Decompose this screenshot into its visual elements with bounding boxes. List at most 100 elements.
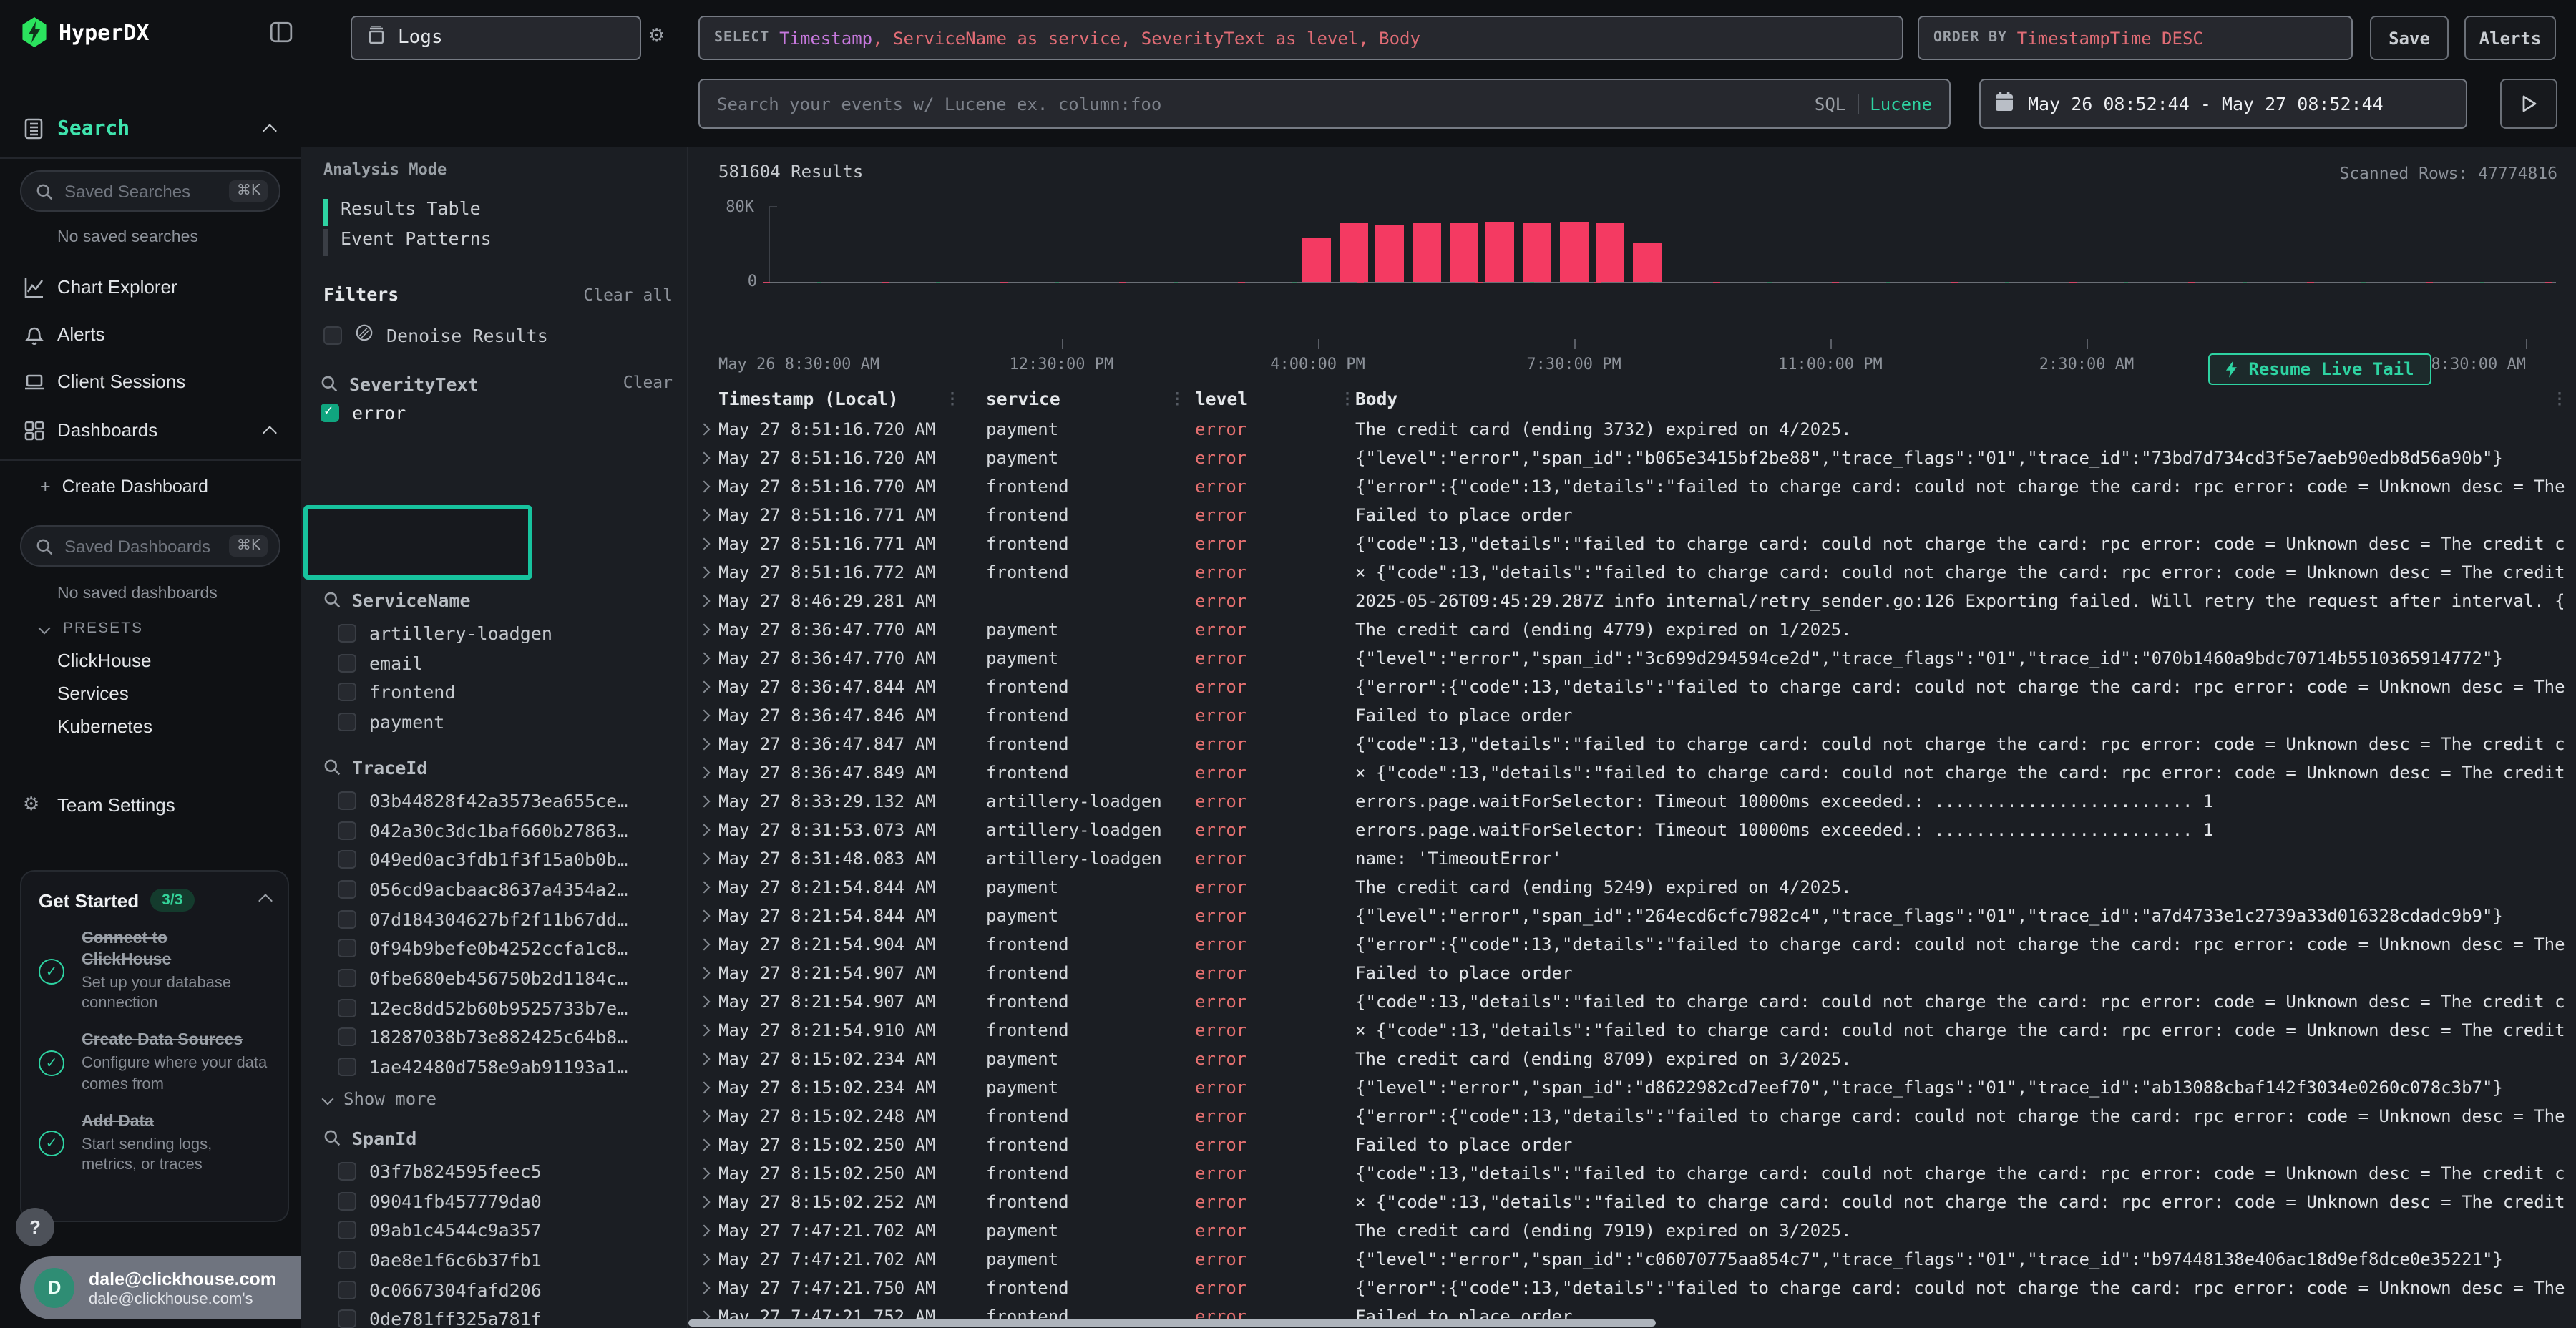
chevron-up-icon[interactable] — [263, 124, 277, 138]
mode-results-table[interactable]: Results Table — [323, 197, 481, 228]
resume-live-tail-button[interactable]: Resume Live Tail — [2208, 353, 2431, 385]
filter-item[interactable]: artillery-loadgen — [338, 618, 678, 648]
save-button[interactable]: Save — [2370, 16, 2449, 60]
results-histogram[interactable]: 80K 0 May 26 8:30:00 AM12:30:00 PM4:00:0… — [769, 206, 2526, 281]
table-row[interactable]: May 27 8:46:29.281 AMerror2025-05-26T09:… — [688, 587, 2576, 615]
table-row[interactable]: May 27 8:36:47.770 AMpaymenterror{"level… — [688, 644, 2576, 673]
filter-item[interactable]: 0f94b9befe0b4252ccfa1c8… — [338, 934, 678, 963]
table-row[interactable]: May 27 8:15:02.252 AMfrontenderror× {"co… — [688, 1188, 2576, 1216]
create-dashboard-button[interactable]: +Create Dashboard — [40, 477, 208, 497]
table-row[interactable]: May 27 7:47:21.750 AMfrontenderror{"erro… — [688, 1274, 2576, 1302]
filter-item[interactable]: email — [338, 648, 678, 677]
col-resize-handle[interactable]: ⋮ — [945, 389, 960, 408]
sql-select-input[interactable]: SELECT Timestamp , ServiceName as servic… — [698, 16, 1903, 60]
filter-item[interactable]: 0fbe680eb456750b2d1184c… — [338, 963, 678, 992]
filter-item[interactable]: 03b44828f42a3573ea655ce… — [338, 786, 678, 815]
filter-checkbox[interactable] — [338, 1221, 356, 1239]
search-icon[interactable] — [321, 375, 338, 392]
collapse-sidebar-icon[interactable] — [269, 20, 293, 49]
table-options-icon[interactable]: ⋮ — [2552, 389, 2567, 408]
table-row[interactable]: May 27 8:51:16.771 AMfrontenderrorFailed… — [688, 501, 2576, 529]
histogram-bar[interactable] — [1596, 223, 1625, 281]
histogram-bar[interactable] — [1633, 244, 1662, 282]
filter-checkbox[interactable] — [338, 713, 356, 731]
filter-item[interactable]: frontend — [338, 678, 678, 707]
user-menu[interactable]: D dale@clickhouse.com dale@clickhouse.co… — [20, 1256, 301, 1319]
filter-checkbox[interactable] — [338, 821, 356, 839]
table-row[interactable]: May 27 8:21:54.844 AMpaymenterror{"level… — [688, 902, 2576, 930]
filter-checkbox[interactable] — [338, 850, 356, 869]
saved-dashboards-input[interactable] — [62, 534, 221, 557]
get-started-step[interactable]: ✓ Connect to ClickHouse Set up your data… — [39, 929, 270, 1014]
filter-item[interactable]: 1ae42480d758e9ab91193a1… — [338, 1052, 678, 1081]
table-row[interactable]: May 27 8:15:02.248 AMfrontenderror{"erro… — [688, 1102, 2576, 1131]
alerts-button[interactable]: Alerts — [2464, 16, 2556, 60]
table-row[interactable]: May 27 8:36:47.847 AMfrontenderror{"code… — [688, 730, 2576, 758]
table-row[interactable]: May 27 8:31:53.073 AMartillery-loadgener… — [688, 816, 2576, 844]
get-started-step[interactable]: ✓ Add Data Start sending logs, metrics, … — [39, 1112, 270, 1176]
filter-checkbox[interactable] — [338, 880, 356, 899]
histogram-bar[interactable] — [1449, 223, 1478, 281]
run-query-button[interactable] — [2500, 79, 2557, 129]
sidebar-item-team-settings[interactable]: ⚙ Team Settings — [0, 791, 301, 823]
table-row[interactable]: May 27 8:51:16.720 AMpaymenterror{"level… — [688, 444, 2576, 472]
filter-item[interactable]: 049ed0ac3fdb1f3f15a0b0b… — [338, 845, 678, 874]
col-header-body[interactable]: Body — [1355, 389, 1397, 409]
mode-event-patterns[interactable]: Event Patterns — [323, 228, 492, 258]
filter-item[interactable]: 12ec8dd52b60b9525733b7e… — [338, 993, 678, 1022]
denoise-filter[interactable]: Denoise Results — [323, 323, 548, 346]
table-row[interactable]: May 27 8:33:29.132 AMartillery-loadgener… — [688, 787, 2576, 816]
filter-item[interactable]: 18287038b73e882425c64b8… — [338, 1022, 678, 1052]
chevron-up-icon[interactable] — [258, 893, 273, 907]
filter-item[interactable]: 07d184304627bf2f11b67dd… — [338, 904, 678, 934]
help-button[interactable]: ? — [16, 1208, 54, 1246]
time-range-picker[interactable]: May 26 08:52:44 - May 27 08:52:44 — [1979, 79, 2467, 129]
filter-checkbox[interactable] — [338, 1280, 356, 1299]
table-row[interactable]: May 27 8:51:16.772 AMfrontenderror× {"co… — [688, 558, 2576, 587]
filter-checkbox[interactable] — [338, 653, 356, 672]
histogram-bar[interactable] — [1376, 225, 1405, 281]
event-search-input[interactable] — [714, 92, 1636, 115]
error-checkbox[interactable] — [321, 404, 339, 422]
filter-checkbox[interactable] — [338, 791, 356, 810]
order-by-input[interactable]: ORDER BY TimestampTime DESC — [1918, 16, 2353, 60]
table-row[interactable]: May 27 8:36:47.844 AMfrontenderror{"erro… — [688, 673, 2576, 701]
sidebar-item-alerts[interactable]: Alerts — [0, 321, 301, 352]
table-row[interactable]: May 27 8:36:47.770 AMpaymenterrorThe cre… — [688, 615, 2576, 644]
histogram-bar[interactable] — [1302, 238, 1331, 281]
preset-clickhouse[interactable]: ClickHouse — [57, 650, 152, 671]
table-row[interactable]: May 27 7:47:21.702 AMpaymenterrorThe cre… — [688, 1216, 2576, 1245]
preset-kubernetes[interactable]: Kubernetes — [57, 716, 152, 737]
col-header-service[interactable]: service — [986, 389, 1060, 409]
table-row[interactable]: May 27 8:51:16.770 AMfrontenderror{"erro… — [688, 472, 2576, 501]
table-row[interactable]: May 27 8:51:16.720 AMpaymenterrorThe cre… — [688, 415, 2576, 444]
filter-checkbox[interactable] — [338, 1310, 356, 1328]
histogram-bar[interactable] — [1486, 223, 1515, 281]
filter-checkbox[interactable] — [338, 1162, 356, 1181]
col-resize-handle[interactable]: ⋮ — [1169, 389, 1185, 408]
filter-item[interactable]: 056cd9acbaac8637a4354a2… — [338, 874, 678, 904]
histogram-bar[interactable] — [1339, 224, 1367, 281]
sidebar-item-client-sessions[interactable]: Client Sessions — [0, 368, 301, 399]
table-row[interactable]: May 27 8:51:16.771 AMfrontenderror{"code… — [688, 529, 2576, 558]
col-header-level[interactable]: level — [1195, 389, 1248, 409]
col-header-timestamp[interactable]: Timestamp (Local) — [718, 389, 899, 409]
table-row[interactable]: May 27 8:21:54.907 AMfrontenderror{"code… — [688, 987, 2576, 1016]
search-icon[interactable] — [323, 1129, 341, 1146]
filter-checkbox[interactable] — [338, 1028, 356, 1047]
filter-item[interactable]: 09041fb457779da0 — [338, 1186, 678, 1215]
table-row[interactable]: May 27 8:15:02.250 AMfrontenderror{"code… — [688, 1159, 2576, 1188]
filter-checkbox[interactable] — [338, 969, 356, 987]
sidebar-item-search[interactable]: Search — [0, 114, 301, 146]
filter-item[interactable]: payment — [338, 707, 678, 736]
filter-checkbox[interactable] — [338, 939, 356, 958]
filter-checkbox[interactable] — [338, 1191, 356, 1210]
presets-toggle[interactable]: PRESETS — [40, 620, 143, 637]
filter-checkbox[interactable] — [338, 1058, 356, 1076]
sidebar-item-chart-explorer[interactable]: Chart Explorer — [0, 273, 301, 305]
mode-sql-toggle[interactable]: SQL — [1815, 94, 1845, 114]
filter-item[interactable]: 0de781ff325a781f — [338, 1304, 678, 1328]
table-row[interactable]: May 27 8:31:48.083 AMartillery-loadgener… — [688, 844, 2576, 873]
table-row[interactable]: May 27 8:21:54.844 AMpaymenterrorThe cre… — [688, 873, 2576, 902]
clear-all-button[interactable]: Clear all — [583, 285, 673, 305]
